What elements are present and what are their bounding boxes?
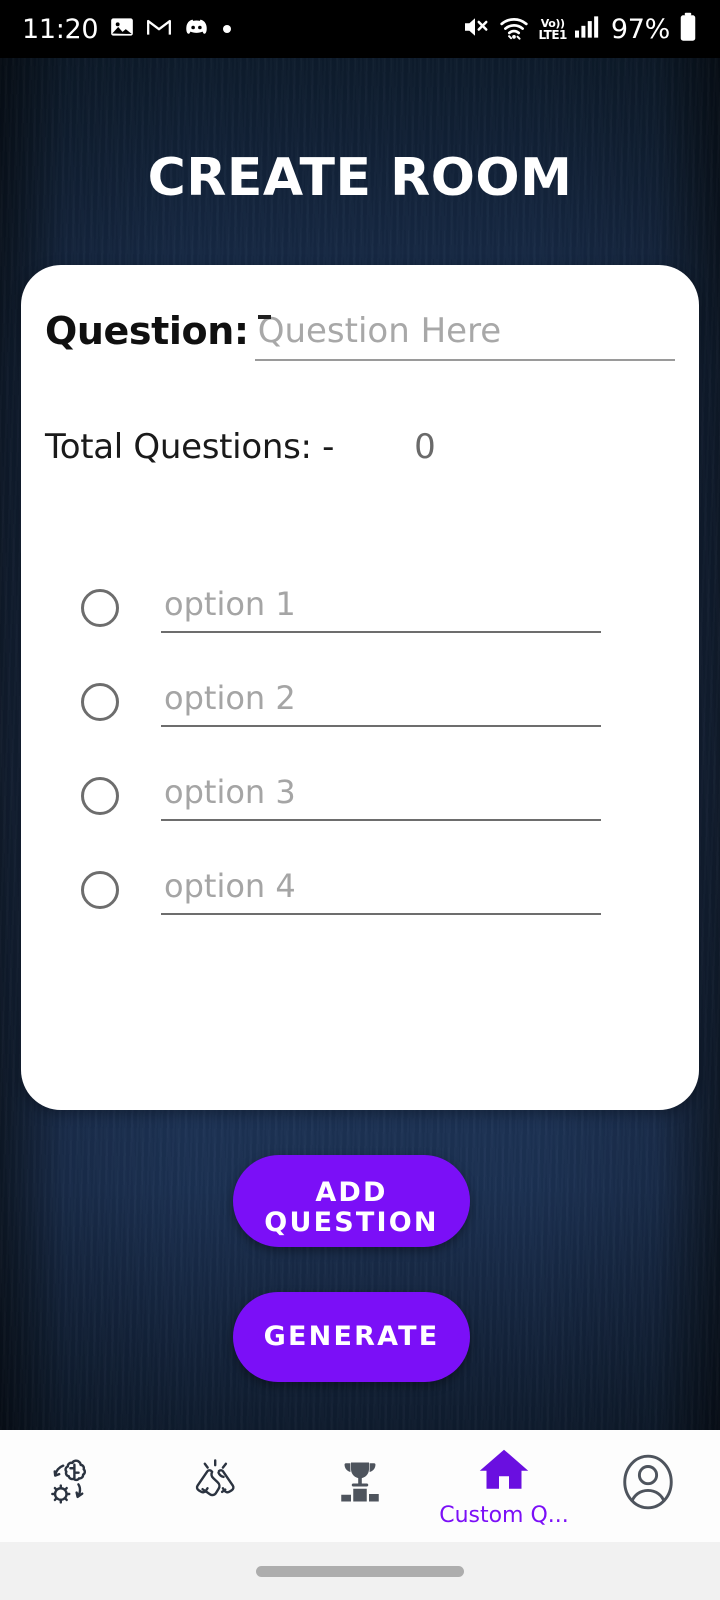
trophy-podium-icon — [330, 1453, 390, 1515]
option-radio-4[interactable] — [81, 871, 119, 909]
question-row: Question: — [45, 307, 675, 377]
option-input-4[interactable] — [161, 865, 601, 915]
nav-item-ai[interactable] — [0, 1430, 144, 1542]
nav-item-multiplayer[interactable] — [144, 1430, 288, 1542]
nav-label-custom-questions: Custom Q... — [439, 1502, 569, 1528]
option-input-3[interactable] — [161, 771, 601, 821]
question-label: Question: — [45, 309, 249, 353]
total-questions-label: Total Questions: - — [45, 427, 335, 467]
gmail-icon — [146, 14, 172, 44]
brain-gear-icon — [40, 1453, 104, 1515]
option-input-2[interactable] — [161, 677, 601, 727]
volte-icon: Vo)) LTE1 — [538, 16, 567, 42]
nav-item-custom-questions[interactable]: Custom Q... — [432, 1430, 576, 1542]
mute-icon — [460, 12, 490, 46]
volte-label-bottom: LTE1 — [538, 27, 567, 42]
bottom-navigation-bar: Custom Q... — [0, 1430, 720, 1542]
total-questions-count: 0 — [414, 427, 436, 467]
phone-screen: 11:20 Vo)) LTE1 97% CREATE ROOM Question… — [0, 0, 720, 1600]
total-questions-row: Total Questions: - 0 — [45, 427, 675, 467]
status-bar-left: 11:20 — [22, 14, 233, 45]
question-input-wrapper — [254, 307, 675, 361]
battery-percent-label: 97% — [610, 13, 670, 45]
option-radio-3[interactable] — [81, 777, 119, 815]
profile-icon — [617, 1451, 679, 1517]
add-question-label-line2: QUESTION — [264, 1207, 439, 1238]
dot-icon — [221, 20, 233, 39]
page-title: CREATE ROOM — [147, 148, 573, 208]
option-input-1[interactable] — [161, 583, 601, 633]
option-input-wrapper-3 — [161, 771, 601, 821]
option-row — [81, 768, 601, 824]
option-radio-1[interactable] — [81, 589, 119, 627]
question-input[interactable] — [254, 307, 675, 361]
add-question-label-line1: ADD — [315, 1176, 388, 1208]
options-list — [81, 580, 601, 956]
home-indicator[interactable] — [256, 1565, 464, 1577]
status-clock: 11:20 — [22, 13, 99, 45]
nav-item-leaderboard[interactable] — [288, 1430, 432, 1542]
question-cursor-dash — [257, 315, 271, 319]
generate-button[interactable]: GENERATE — [233, 1292, 470, 1382]
option-input-wrapper-4 — [161, 865, 601, 915]
nav-item-profile[interactable] — [576, 1430, 720, 1542]
handshake-icon — [184, 1453, 248, 1515]
status-bar: 11:20 Vo)) LTE1 97% — [0, 0, 720, 58]
option-radio-2[interactable] — [81, 683, 119, 721]
option-input-wrapper-1 — [161, 583, 601, 633]
discord-icon — [183, 14, 210, 45]
add-question-button[interactable]: ADD QUESTION — [233, 1155, 470, 1247]
status-bar-right: Vo)) LTE1 97% — [460, 12, 698, 46]
home-indicator-area — [0, 1542, 720, 1600]
volte-label-top: Vo)) — [540, 16, 565, 30]
option-input-wrapper-2 — [161, 677, 601, 727]
option-row — [81, 862, 601, 918]
battery-icon — [678, 12, 698, 46]
wifi-icon — [498, 12, 530, 46]
option-row — [81, 580, 601, 636]
option-row — [81, 674, 601, 730]
photos-icon — [109, 14, 135, 44]
home-icon — [475, 1445, 533, 1499]
signal-icon — [573, 14, 603, 44]
question-card: Question: Total Questions: - 0 — [21, 265, 699, 1110]
